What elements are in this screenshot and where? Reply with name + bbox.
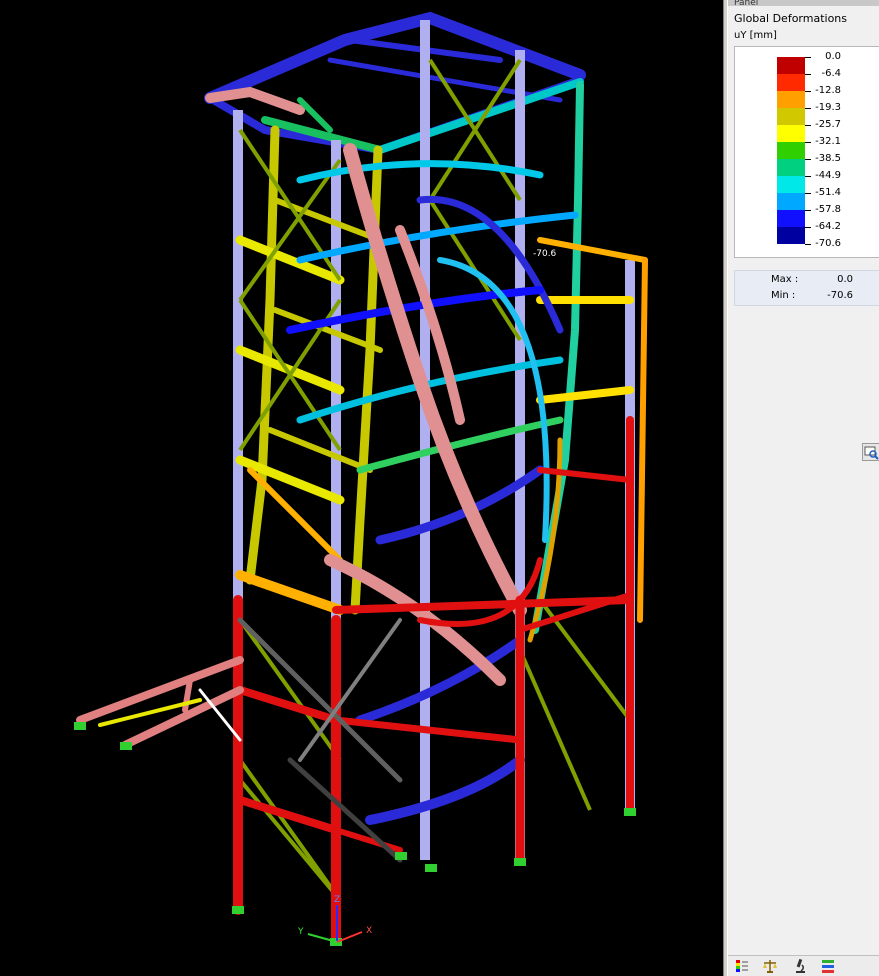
legend-swatch <box>777 227 805 244</box>
legend-value: -57.8 <box>815 204 841 215</box>
legend-value: -38.5 <box>815 153 841 164</box>
legend-value: -64.2 <box>815 221 841 232</box>
legend-value: -70.6 <box>815 238 841 249</box>
legend-value: -51.4 <box>815 187 841 198</box>
max-min-summary: Max : 0.0 Min : -70.6 <box>734 270 879 306</box>
result-bars-icon[interactable] <box>820 958 838 974</box>
color-legend[interactable]: 0.0 -6.4 -12.8 -19.3 -25.7 -32.1 -38.5 -44.9 -51… <box>734 46 879 258</box>
axis-z-label: Z <box>334 895 340 905</box>
legend-swatch <box>777 142 805 159</box>
legend-swatch <box>777 210 805 227</box>
max-value: 0.0 <box>837 274 853 285</box>
3d-model-viewport[interactable]: -70.6 Z X Y <box>0 0 723 976</box>
min-value: -70.6 <box>827 290 853 301</box>
legend-swatch <box>777 159 805 176</box>
axis-y-label: Y <box>297 927 304 937</box>
legend-swatch <box>777 193 805 210</box>
color-scale-icon[interactable] <box>734 958 752 974</box>
axis-x-label: X <box>366 926 372 936</box>
legend-swatch <box>777 74 805 91</box>
legend-swatch <box>777 108 805 125</box>
min-row: Min : -70.6 <box>735 290 855 304</box>
legend-value: -6.4 <box>821 68 841 79</box>
legend-swatch <box>777 125 805 142</box>
max-label: Max : <box>771 274 799 285</box>
results-panel: Panel Global Deformations uY [mm] 0.0 -6.… <box>728 0 879 976</box>
result-title: Global Deformations <box>734 12 848 25</box>
panel-header: Panel <box>728 0 879 6</box>
microscope-icon[interactable] <box>792 958 810 974</box>
result-unit: uY [mm] <box>734 30 777 41</box>
legend-value: 0.0 <box>825 51 841 62</box>
panel-toolbar <box>728 955 879 976</box>
legend-swatch <box>777 57 805 74</box>
legend-value: -19.3 <box>815 102 841 113</box>
legend-swatch <box>777 91 805 108</box>
legend-value: -12.8 <box>815 85 841 96</box>
legend-value: -32.1 <box>815 136 841 147</box>
legend-value: -25.7 <box>815 119 841 130</box>
zoom-icon[interactable] <box>862 443 879 461</box>
legend-value: -44.9 <box>815 170 841 181</box>
balance-scale-icon[interactable] <box>762 958 780 974</box>
max-row: Max : 0.0 <box>735 274 855 288</box>
legend-swatch <box>777 176 805 193</box>
min-label: Min : <box>771 290 796 301</box>
structure-model: -70.6 Z X Y <box>74 11 648 946</box>
deformation-value-label: -70.6 <box>533 249 557 259</box>
